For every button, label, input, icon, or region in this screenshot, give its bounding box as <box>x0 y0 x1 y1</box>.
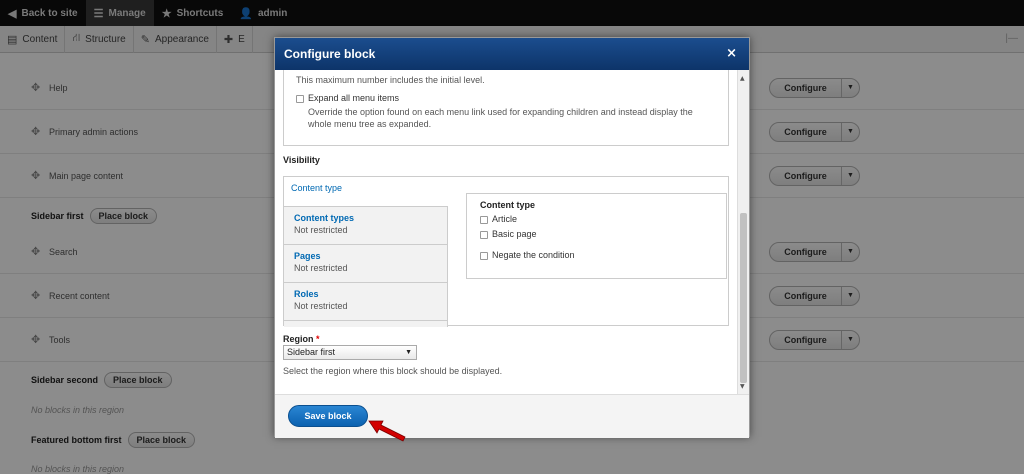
close-icon[interactable]: × <box>726 46 737 61</box>
configure-block-dialog: Configure block × This maximum number in… <box>274 37 750 438</box>
expand-all-description-cont: whole menu tree as expanded. <box>308 119 432 129</box>
visibility-heading: Visibility <box>283 155 320 165</box>
tab-name: Pages <box>294 251 321 261</box>
region-label: Region * <box>283 334 320 344</box>
region-label-text: Region <box>283 334 314 344</box>
tab-name: Roles <box>294 289 319 299</box>
required-marker: * <box>316 334 320 344</box>
dialog-body: This maximum number includes the initial… <box>275 70 749 394</box>
dropdown-arrow-icon: ▼ <box>405 349 412 356</box>
vertical-tab-roles[interactable]: Roles Not restricted <box>284 283 448 321</box>
expand-all-description: Override the option found on each menu l… <box>308 107 693 117</box>
tab-summary: Not restricted <box>294 301 348 311</box>
tab-summary: Not restricted <box>294 263 348 273</box>
active-tab-label: Content type <box>291 183 343 193</box>
article-label: Article <box>492 214 518 224</box>
max-level-note: This maximum number includes the initial… <box>296 75 485 85</box>
vertical-tab-spacer <box>284 321 448 327</box>
basic-page-label: Basic page <box>492 229 537 239</box>
scroll-down-arrow-icon[interactable]: ▼ <box>740 383 745 390</box>
scroll-thumb[interactable] <box>740 213 747 383</box>
vertical-tab-content-types[interactable]: Content types Not restricted <box>284 207 448 245</box>
region-help-text: Select the region where this block shoul… <box>283 366 503 376</box>
vertical-tab-active[interactable]: Content type <box>284 177 448 207</box>
dialog-title: Configure block <box>284 47 376 61</box>
visibility-vertical-tabs: Content type Content types Not restricte… <box>283 176 729 327</box>
negate-label: Negate the condition <box>492 250 575 260</box>
dialog-scrollbar[interactable]: ▲ ▼ <box>737 70 749 394</box>
article-checkbox[interactable] <box>480 216 488 224</box>
tab-name: Content types <box>294 213 355 223</box>
dialog-titlebar: Configure block × <box>275 38 749 70</box>
save-block-button[interactable]: Save block <box>288 405 368 427</box>
tab-summary: Not restricted <box>294 225 348 235</box>
content-type-panel: Content type Article Basic page Negate t… <box>466 193 727 279</box>
region-select[interactable]: Sidebar first ▼ <box>283 345 417 360</box>
expand-all-label: Expand all menu items <box>308 93 400 103</box>
region-select-value: Sidebar first <box>287 347 336 357</box>
pointer-arrow-icon <box>368 420 406 442</box>
vertical-tab-pages[interactable]: Pages Not restricted <box>284 245 448 283</box>
basic-page-checkbox[interactable] <box>480 231 488 239</box>
content-type-heading: Content type <box>480 200 535 210</box>
scroll-up-arrow-icon[interactable]: ▲ <box>740 75 745 82</box>
expand-all-checkbox[interactable] <box>296 95 304 103</box>
dialog-footer: Save block <box>275 394 749 438</box>
negate-checkbox[interactable] <box>480 252 488 260</box>
